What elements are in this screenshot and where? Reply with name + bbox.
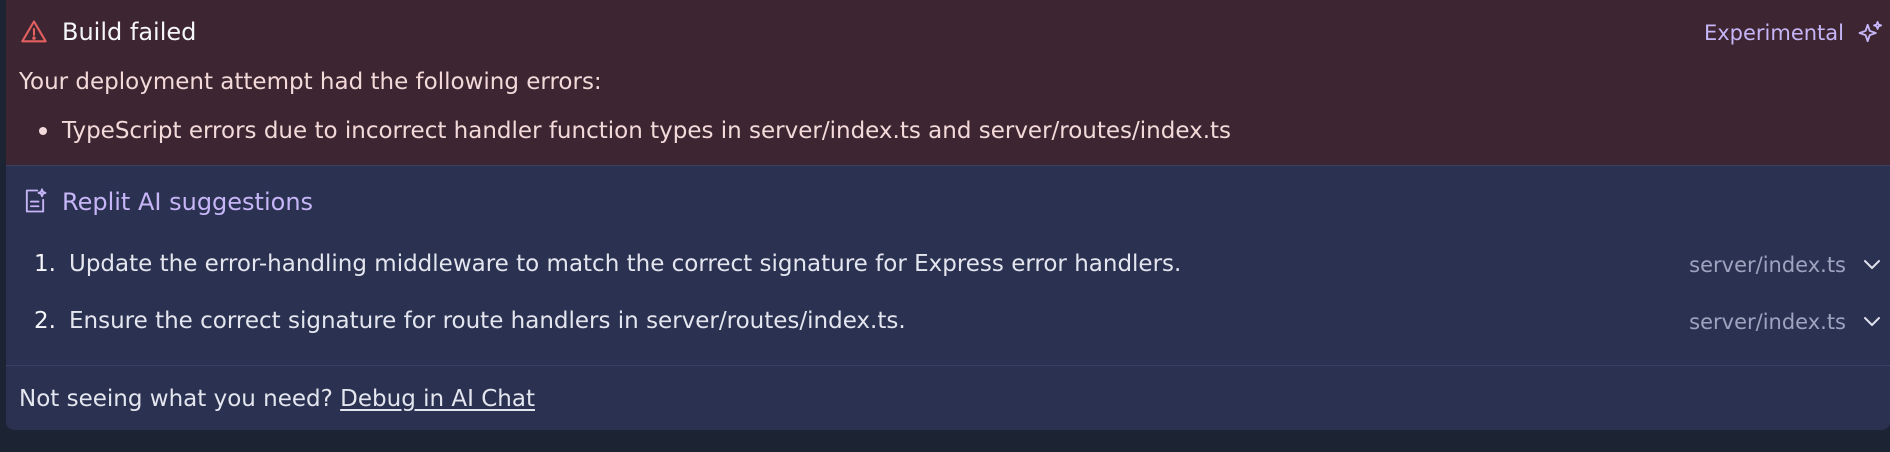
suggestion-file: server/index.ts xyxy=(1689,310,1846,334)
build-status-title: Build failed xyxy=(62,18,197,46)
suggestion-number: 1. xyxy=(34,251,56,277)
suggestion-text: Update the error-handling middleware to … xyxy=(69,251,1182,277)
error-section: Build failed Experimental Your deploymen… xyxy=(6,0,1890,166)
error-list: TypeScript errors due to incorrect handl… xyxy=(36,115,1231,147)
suggestion-number: 2. xyxy=(34,308,56,334)
error-item: TypeScript errors due to incorrect handl… xyxy=(36,115,1231,147)
ai-document-icon xyxy=(25,188,47,213)
warning-triangle-icon xyxy=(21,20,47,43)
divider xyxy=(6,365,1890,366)
suggestion-file: server/index.ts xyxy=(1689,253,1846,277)
suggestion-text: Ensure the correct signature for route h… xyxy=(69,308,906,334)
footer-prompt: Not seeing what you need? xyxy=(19,386,333,412)
sparkle-icon xyxy=(1858,20,1883,43)
suggestions-title: Replit AI suggestions xyxy=(62,188,314,216)
error-item-text: TypeScript errors due to incorrect handl… xyxy=(62,118,1232,144)
suggestion-item-1[interactable]: 1. Update the error-handling middleware … xyxy=(6,240,1890,288)
chevron-down-icon[interactable] xyxy=(1862,256,1882,272)
error-intro-text: Your deployment attempt had the followin… xyxy=(19,69,602,95)
build-failed-panel: Build failed Experimental Your deploymen… xyxy=(6,0,1890,430)
chevron-down-icon[interactable] xyxy=(1862,313,1882,329)
suggestion-item-2[interactable]: 2. Ensure the correct signature for rout… xyxy=(6,297,1890,345)
bullet-icon xyxy=(39,127,47,135)
debug-in-ai-chat-link[interactable]: Debug in AI Chat xyxy=(340,386,535,412)
experimental-badge: Experimental xyxy=(1703,21,1844,45)
footer: Not seeing what you need? Debug in AI Ch… xyxy=(19,383,535,415)
